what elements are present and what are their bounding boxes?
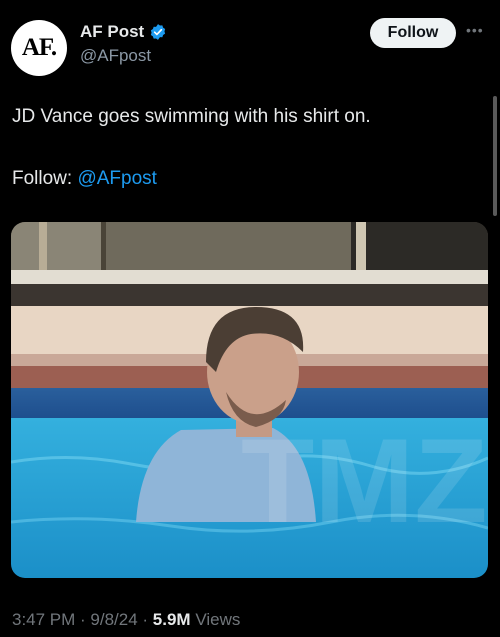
author-handle[interactable]: @AFpost — [80, 46, 151, 66]
more-options-icon[interactable]: ••• — [466, 22, 484, 38]
author-row: AF Post — [80, 22, 167, 42]
post-follow-line: Follow: @AFpost — [12, 168, 157, 190]
meta-separator-2: · — [137, 610, 153, 629]
post-image[interactable]: TMZ — [11, 222, 488, 578]
post-metadata: 3:47 PM · 9/8/24 · 5.9M Views — [12, 610, 240, 630]
views-label: Views — [190, 610, 241, 629]
pool-photo: TMZ — [11, 222, 488, 578]
follow-mention-link[interactable]: @AFpost — [77, 168, 156, 189]
follow-prefix: Follow: — [12, 168, 78, 189]
follow-button[interactable]: Follow — [370, 18, 456, 48]
post-date[interactable]: 9/8/24 — [90, 610, 137, 629]
avatar[interactable]: AF. — [11, 20, 67, 76]
scrollbar[interactable] — [493, 96, 497, 216]
post-text: JD Vance goes swimming with his shirt on… — [12, 106, 371, 127]
svg-text:TMZ: TMZ — [241, 414, 488, 548]
verified-badge-icon — [149, 23, 167, 41]
post-time[interactable]: 3:47 PM — [12, 610, 75, 629]
author-name[interactable]: AF Post — [80, 22, 144, 42]
views-count[interactable]: 5.9M — [153, 610, 191, 629]
meta-separator-1: · — [75, 610, 91, 629]
